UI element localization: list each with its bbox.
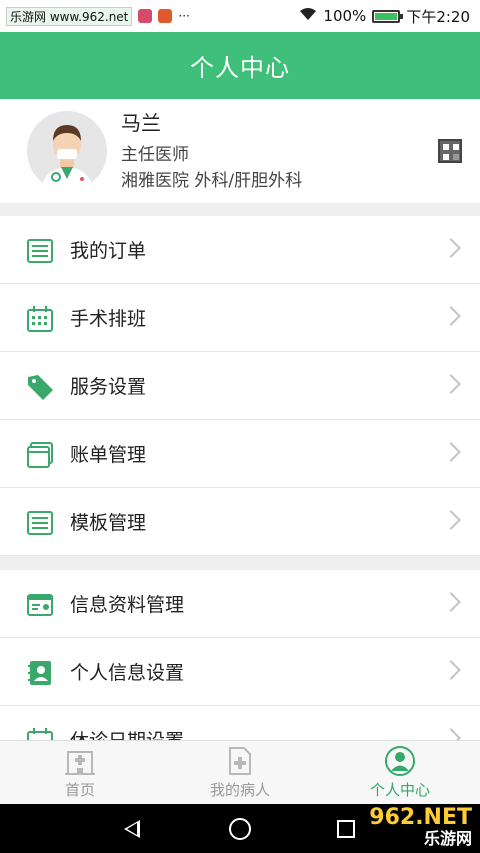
home-icon[interactable] [229, 818, 251, 840]
section-divider [0, 556, 480, 570]
back-icon[interactable] [124, 820, 140, 838]
tab-home[interactable]: 首页 [0, 741, 160, 804]
calendar-icon [27, 306, 53, 332]
tab-my-patients[interactable]: 我的病人 [160, 741, 320, 804]
profile-info: 马兰 主任医师 湘雅医院 外科/肝胆外科 [121, 113, 302, 190]
menu-item-label: 信息资料管理 [70, 594, 185, 616]
tab-personal-center[interactable]: 个人中心 [320, 741, 480, 804]
more-icon: ··· [178, 9, 190, 23]
app-notification-icon [138, 9, 153, 23]
menu-item-label: 模板管理 [70, 512, 147, 534]
bill-icon [27, 442, 53, 468]
menu-item-label: 手术排班 [70, 308, 147, 330]
menu-item-label: 账单管理 [70, 444, 147, 466]
chevron-right-icon [441, 238, 461, 258]
watermark-logo: 962.NET 乐游网 [369, 805, 472, 849]
qr-code-icon[interactable] [438, 139, 462, 163]
status-bar: 乐游网 www.962.net ··· 100% 下午2:20 [0, 0, 480, 32]
menu-item-template-management[interactable]: 模板管理 [0, 488, 480, 556]
chevron-right-icon [441, 592, 461, 612]
bottom-tab-bar: 首页 我的病人 个人中心 [0, 740, 480, 804]
person-icon [385, 745, 415, 776]
patient-file-icon [229, 746, 251, 775]
avatar [27, 111, 107, 191]
profile-card[interactable]: 马兰 主任医师 湘雅医院 外科/肝胆外科 [0, 99, 480, 203]
recent-apps-icon[interactable] [337, 820, 355, 838]
menu-item-orders[interactable]: 我的订单 [0, 216, 480, 284]
chevron-right-icon [441, 660, 461, 680]
chevron-right-icon [441, 306, 461, 326]
hospital-icon [65, 750, 95, 775]
menu-item-personal-settings[interactable]: 个人信息设置 [0, 638, 480, 706]
doctor-name: 马兰 [121, 110, 161, 135]
wifi-icon [299, 7, 317, 25]
menu-item-service-settings[interactable]: 服务设置 [0, 352, 480, 420]
video-notification-icon [158, 9, 173, 23]
contacts-icon [28, 661, 51, 685]
page-title: 个人中心 [190, 54, 290, 82]
list-icon [27, 239, 53, 263]
watermark-line2: 乐游网 [423, 829, 472, 849]
tab-label: 个人中心 [369, 780, 430, 799]
tag-icon [28, 375, 53, 400]
tab-label: 首页 [64, 780, 95, 799]
id-card-icon [27, 594, 53, 616]
battery-icon [372, 9, 404, 23]
chevron-right-icon [441, 374, 461, 394]
chevron-right-icon [441, 510, 461, 530]
menu-item-surgery-schedule[interactable]: 手术排班 [0, 284, 480, 352]
template-icon [27, 511, 53, 535]
section-divider [0, 203, 480, 216]
menu-item-label: 个人信息设置 [70, 662, 185, 684]
title-bar: 个人中心 [0, 32, 480, 99]
battery-level [375, 12, 398, 20]
doctor-avatar-icon [27, 111, 107, 191]
chevron-right-icon [441, 442, 461, 462]
doctor-organization: 湘雅医院 外科/肝胆外科 [121, 170, 303, 191]
watermark-line1: 962.NET [369, 805, 472, 830]
battery-percent: 100% [323, 7, 367, 25]
doctor-title: 主任医师 [121, 144, 189, 165]
watermark-text: 乐游网 www.962.net [6, 6, 133, 26]
clock: 下午2:20 [406, 7, 470, 26]
tab-label: 我的病人 [209, 780, 270, 799]
menu-item-label: 服务设置 [70, 376, 147, 398]
menu-item-info-management[interactable]: 信息资料管理 [0, 570, 480, 638]
menu-item-bill-management[interactable]: 账单管理 [0, 420, 480, 488]
menu-item-label: 我的订单 [70, 240, 147, 262]
